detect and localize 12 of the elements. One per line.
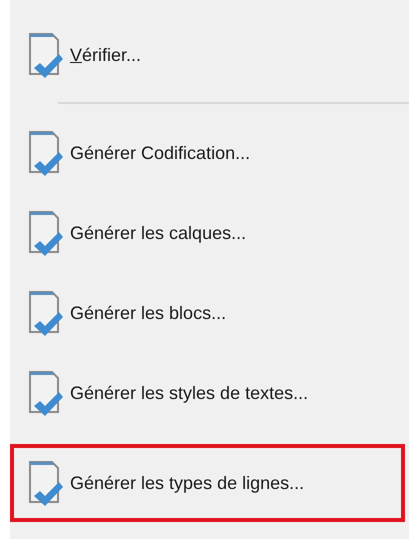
menu-item[interactable]: Générer les styles de textes...: [10, 354, 409, 432]
document-check-icon: [28, 30, 64, 80]
menu-item[interactable]: Vérifier...: [10, 16, 409, 94]
document-check-icon: [28, 128, 64, 178]
document-check-icon: [28, 458, 64, 508]
menu-item[interactable]: Générer les types de lignes...: [10, 444, 405, 522]
document-check-icon: [28, 288, 64, 338]
document-check-icon: [28, 368, 64, 418]
menu-item[interactable]: Générer les calques...: [10, 194, 409, 272]
menu-item[interactable]: Générer Codification...: [10, 114, 409, 192]
document-check-icon: [28, 208, 64, 258]
menu-item[interactable]: Générer les blocs...: [10, 274, 409, 352]
